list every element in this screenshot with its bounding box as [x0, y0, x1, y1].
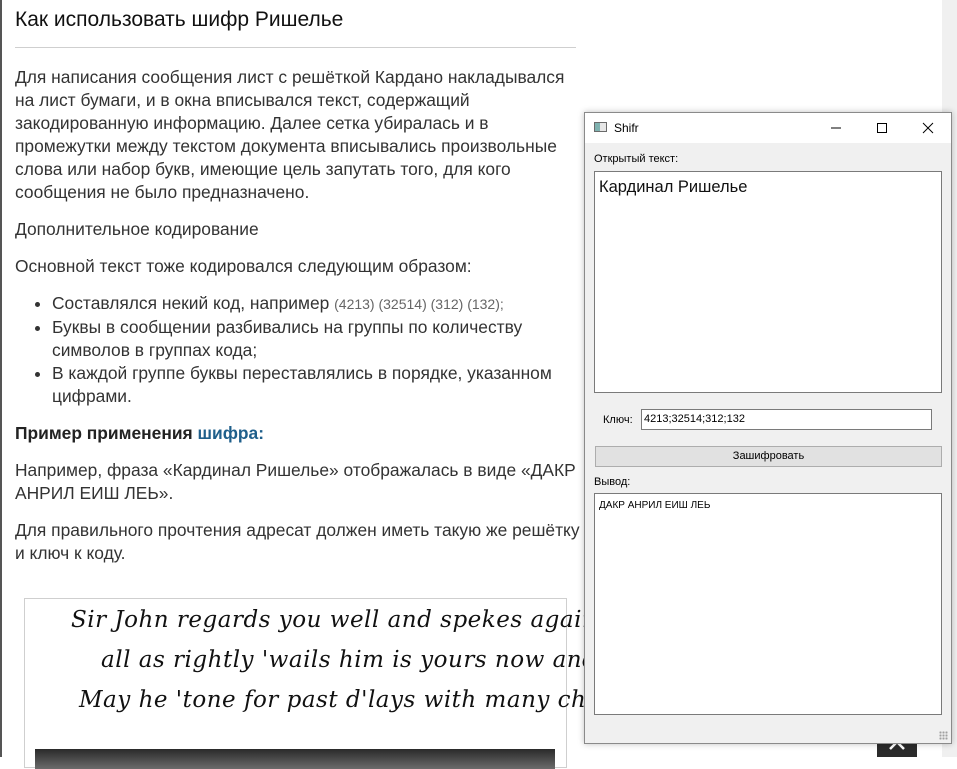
maximize-icon [877, 123, 887, 133]
window-title: Shifr [614, 121, 639, 135]
minimize-icon [831, 127, 841, 129]
key-label: Ключ: [603, 414, 633, 426]
title-divider [15, 47, 576, 48]
app-icon [594, 122, 607, 132]
output-label: Вывод: [594, 476, 631, 488]
cardano-letter-image: Sir John regards you well and spekes aga… [24, 598, 663, 769]
key-input[interactable]: 4213;32514;312;132 [641, 409, 932, 430]
article-body: Для написания сообщения лист с решёткой … [15, 66, 580, 579]
open-text-area[interactable]: Кардинал Ришелье [594, 171, 942, 393]
cipher-link[interactable]: шифра: [198, 423, 265, 443]
open-text-label: Открытый текст: [594, 153, 679, 165]
shifr-window: Shifr Открытый текст: Кардинал Ришелье К… [584, 112, 952, 744]
encrypt-button[interactable]: Зашифровать [595, 446, 942, 467]
list-item: Составлялся некий код, например (4213) (… [52, 292, 580, 316]
output-text-area[interactable]: ДАКР АНРИЛ ЕИШ ЛЕЬ [594, 493, 942, 715]
example-heading-text: Пример применения [15, 423, 198, 443]
paragraph-cardano: Для написания сообщения лист с решёткой … [15, 67, 565, 202]
list-item: В каждой группе буквы переставлялись в п… [52, 362, 580, 408]
grille-edge [35, 749, 555, 769]
letter-line: all as rightly 'wails him is yours now a… [101, 647, 664, 673]
paragraph-example: Например, фраза «Кардинал Ришелье» отобр… [15, 460, 576, 503]
paragraph-decoding: Для правильного прочтения адресат должен… [15, 520, 580, 563]
letter-line: May he 'tone for past d'lays with many c… [79, 687, 655, 713]
list-item: Буквы в сообщении разбивались на группы … [52, 316, 580, 362]
resize-grip[interactable] [939, 731, 948, 740]
letter-line: Sir John regards you well and spekes aga… [71, 607, 655, 633]
example-heading: Пример применения шифра: [15, 422, 580, 445]
paragraph-main-text: Основной текст тоже кодировался следующи… [15, 256, 472, 276]
window-titlebar[interactable]: Shifr [585, 113, 951, 143]
close-icon [922, 122, 934, 134]
article-title: Как использовать шифр Ришелье [15, 8, 344, 31]
list-item-text: Составлялся некий код, например [52, 293, 335, 313]
coding-steps-list: Составлялся некий код, например (4213) (… [15, 292, 580, 408]
minimize-button[interactable] [813, 113, 859, 143]
paragraph-additional-coding: Дополнительное кодирование [15, 219, 259, 239]
page-edge [0, 0, 2, 757]
code-example: (4213) (32514) (312) (132); [334, 296, 504, 312]
close-button[interactable] [905, 113, 951, 143]
maximize-button[interactable] [859, 113, 905, 143]
